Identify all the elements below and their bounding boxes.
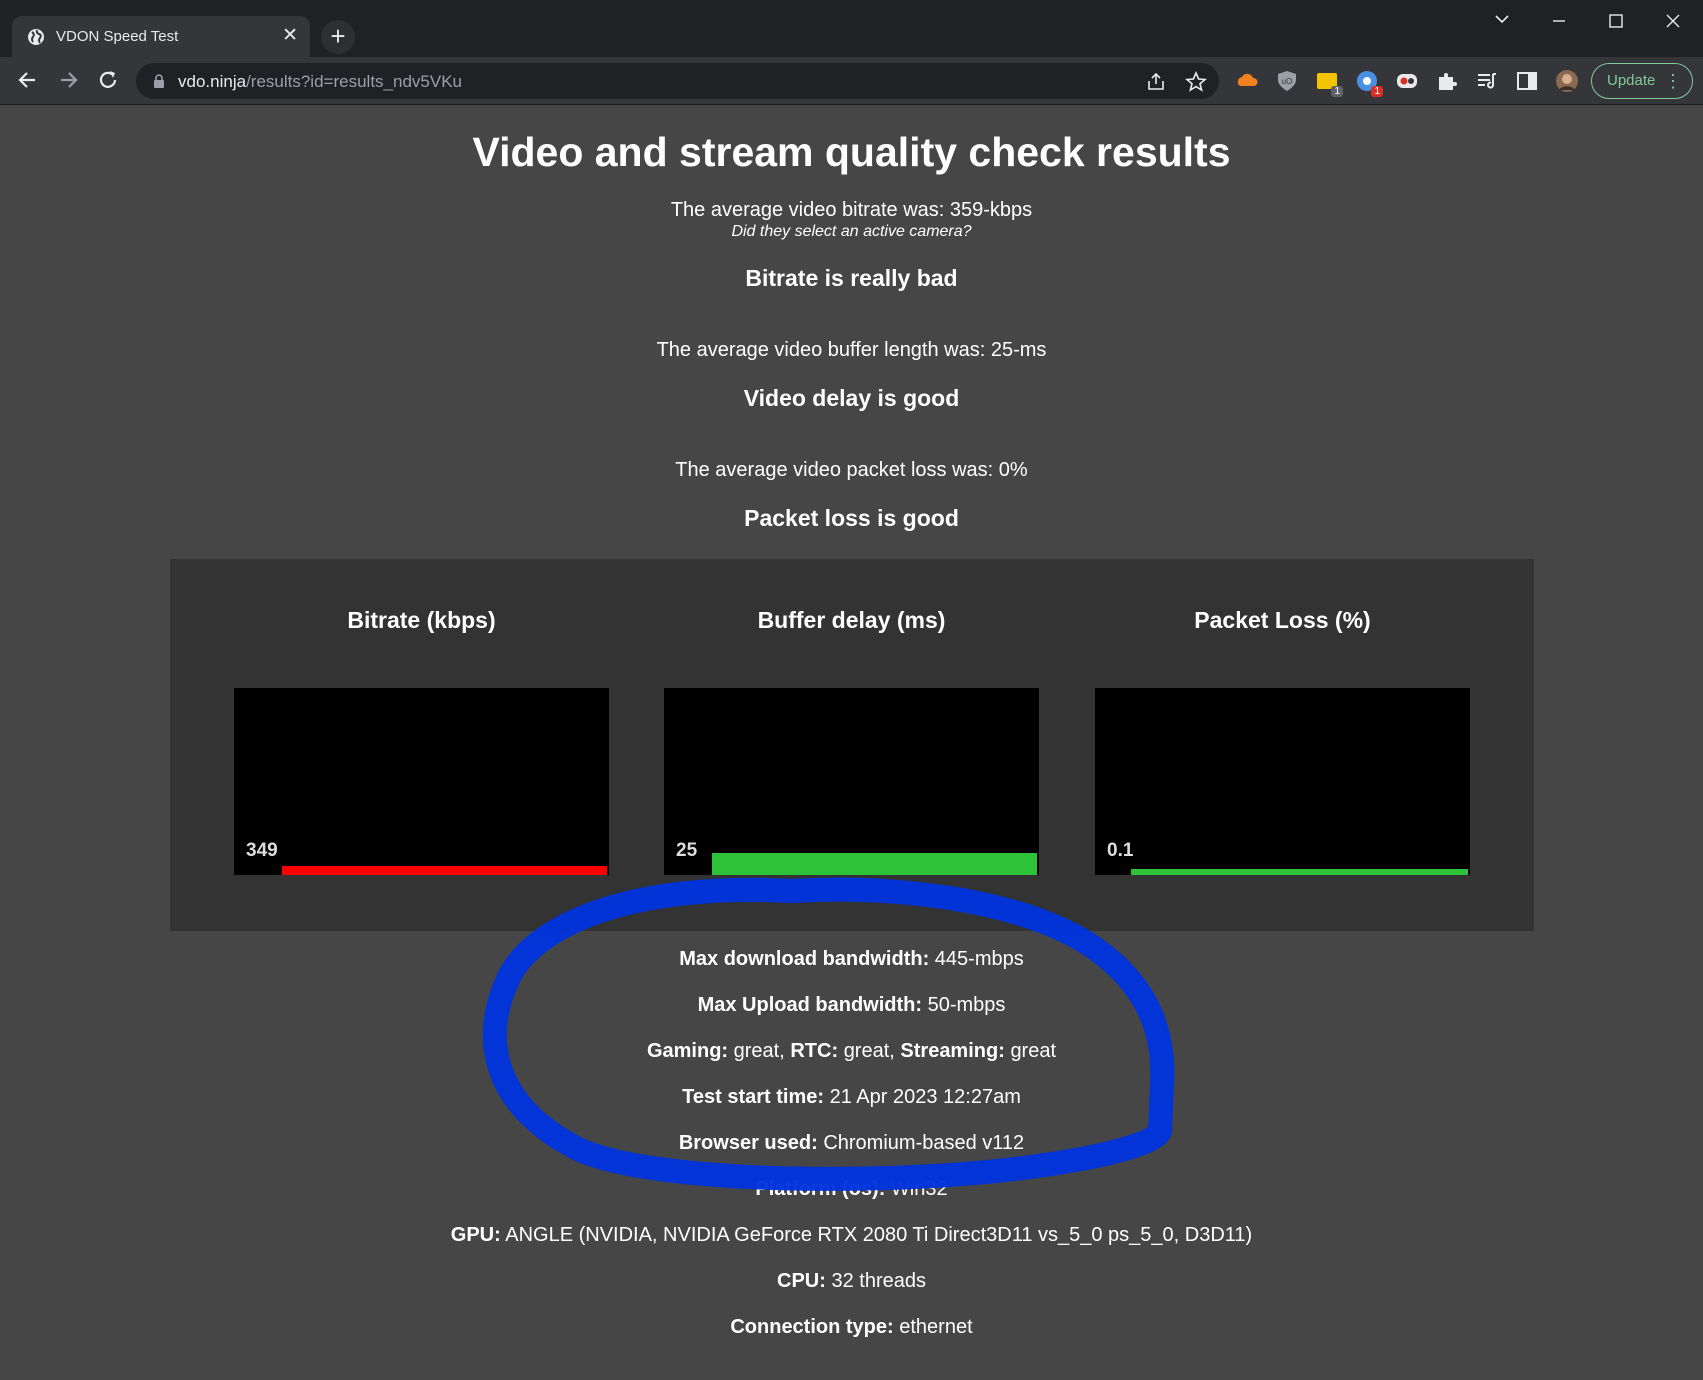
stat-browser: Browser used: Chromium-based v112 xyxy=(0,1132,1703,1155)
maximize-icon[interactable] xyxy=(1596,8,1636,34)
notes-extension[interactable]: 1 xyxy=(1315,69,1343,97)
buffer-verdict: Video delay is good xyxy=(743,385,960,411)
graph-level-bar xyxy=(1131,869,1468,875)
stat-label: Max Upload bandwidth: xyxy=(697,994,923,1016)
stat-value: 32 threads xyxy=(831,1270,926,1292)
close-window-icon[interactable] xyxy=(1653,8,1693,34)
recorder-extension-icon[interactable] xyxy=(1395,69,1419,93)
bitrate-verdict: Bitrate is really bad xyxy=(745,265,958,291)
stat-value: Win32 xyxy=(890,1178,948,1200)
graphs-panel: Bitrate (kbps) Buffer delay (ms) Packet … xyxy=(170,559,1534,931)
loss-summary: The average video packet loss was: 0% xyxy=(675,459,1028,481)
tab-search-icon[interactable] xyxy=(1482,8,1522,34)
more-menu-icon[interactable]: ⋮ xyxy=(1664,64,1682,98)
page-title: Video and stream quality check results xyxy=(472,129,1231,175)
browser-tab[interactable]: VDON Speed Test ✕ xyxy=(12,16,310,57)
stat-value: ethernet xyxy=(899,1316,973,1338)
profile-avatar-icon[interactable] xyxy=(1555,69,1579,93)
ublock-shield-icon[interactable]: uO xyxy=(1275,69,1299,93)
puzzle-extensions-icon[interactable] xyxy=(1435,69,1459,93)
stat-value: 21 Apr 2023 12:27am xyxy=(829,1086,1021,1108)
graph-level-bar xyxy=(712,853,1037,875)
url-path: /results?id=results_ndv5VKu xyxy=(246,72,462,91)
stat-download: Max download bandwidth: 445-mbps xyxy=(0,948,1703,971)
stat-value: great, xyxy=(733,1040,785,1062)
buffer-graph-value: 25 xyxy=(676,840,698,861)
stat-gpu: GPU: ANGLE (NVIDIA, NVIDIA GeForce RTX 2… xyxy=(0,1224,1703,1247)
forward-arrow-icon[interactable] xyxy=(55,67,81,93)
browser-toolbar: vdo.ninja/results?id=results_ndv5VKu uO … xyxy=(0,57,1703,105)
media-controls-icon[interactable] xyxy=(1475,69,1499,93)
stat-value: great xyxy=(1010,1040,1057,1062)
back-arrow-icon[interactable] xyxy=(15,67,41,93)
stat-label: Test start time: xyxy=(682,1086,825,1108)
reload-icon[interactable] xyxy=(95,67,121,93)
tab-title: VDON Speed Test xyxy=(56,28,179,45)
new-tab-button[interactable]: + xyxy=(321,20,355,54)
svg-text:uO: uO xyxy=(1282,77,1293,86)
stat-value: 445-mbps xyxy=(934,948,1024,970)
stat-start-time: Test start time: 21 Apr 2023 12:27am xyxy=(0,1086,1703,1109)
stat-label: RTC: xyxy=(790,1040,839,1062)
stat-label: Platform (os): xyxy=(755,1178,886,1200)
stat-label: CPU: xyxy=(777,1270,826,1292)
stat-label: GPU: xyxy=(450,1224,501,1246)
stat-platform: Platform (os): Win32 xyxy=(0,1178,1703,1201)
bitrate-summary: The average video bitrate was: 359-kbps xyxy=(670,199,1033,221)
lock-icon[interactable] xyxy=(152,73,166,89)
stat-connection: Connection type: ethernet xyxy=(0,1316,1703,1339)
browser-titlebar: VDON Speed Test ✕ + xyxy=(0,0,1703,57)
loss-graph-title: Packet Loss (%) xyxy=(1194,607,1371,633)
stat-cpu: CPU: 32 threads xyxy=(0,1270,1703,1293)
buffer-graph-title: Buffer delay (ms) xyxy=(757,607,946,633)
address-bar[interactable]: vdo.ninja/results?id=results_ndv5VKu xyxy=(136,63,1219,99)
stat-quality: Gaming: great, RTC: great, Streaming: gr… xyxy=(0,1040,1703,1063)
url-text: vdo.ninja/results?id=results_ndv5VKu xyxy=(178,72,462,92)
cloud-extension-icon[interactable] xyxy=(1235,69,1259,93)
bitrate-hint: Did they select an active camera? xyxy=(731,223,972,240)
stat-value: ANGLE (NVIDIA, NVIDIA GeForce RTX 2080 T… xyxy=(505,1224,1253,1246)
page-content: Video and stream quality check results T… xyxy=(0,105,1703,1380)
bitrate-graph-plot xyxy=(282,866,607,875)
tab-close-icon[interactable]: ✕ xyxy=(282,26,298,45)
stat-label: Connection type: xyxy=(730,1316,894,1338)
bitrate-graph-title: Bitrate (kbps) xyxy=(347,607,496,633)
extension-badge: 1 xyxy=(1371,86,1383,97)
buffer-graph-plot xyxy=(712,853,1037,875)
stat-label: Browser used: xyxy=(678,1132,818,1154)
stat-value: Chromium-based v112 xyxy=(823,1132,1025,1154)
loss-verdict: Packet loss is good xyxy=(744,505,959,531)
bookmark-star-icon[interactable] xyxy=(1185,71,1207,93)
graph-level-bar xyxy=(282,866,607,875)
chrome-extension[interactable]: 1 xyxy=(1355,69,1383,97)
loss-graph-value: 0.1 xyxy=(1107,840,1134,861)
stat-value: 50-mbps xyxy=(927,994,1006,1016)
minimize-icon[interactable] xyxy=(1539,8,1579,34)
extension-badge: 1 xyxy=(1331,86,1343,97)
bitrate-graph: 349 xyxy=(234,688,609,875)
loss-graph: 0.1 xyxy=(1095,688,1470,875)
bitrate-graph-value: 349 xyxy=(246,840,278,861)
buffer-graph: 25 xyxy=(664,688,1039,875)
update-button[interactable]: Update ⋮ xyxy=(1591,63,1693,99)
share-icon[interactable] xyxy=(1145,71,1167,93)
side-panel-icon[interactable] xyxy=(1515,69,1539,93)
globe-icon xyxy=(28,29,44,45)
loss-graph-plot xyxy=(1131,869,1468,875)
url-host: vdo.ninja xyxy=(178,72,247,91)
stat-label: Streaming: xyxy=(900,1040,1005,1062)
update-label: Update xyxy=(1607,72,1656,89)
stat-upload: Max Upload bandwidth: 50-mbps xyxy=(0,994,1703,1017)
stat-label: Gaming: xyxy=(646,1040,729,1062)
stat-value: great, xyxy=(843,1040,895,1062)
buffer-summary: The average video buffer length was: 25-… xyxy=(656,339,1047,361)
stat-label: Max download bandwidth: xyxy=(679,948,930,970)
